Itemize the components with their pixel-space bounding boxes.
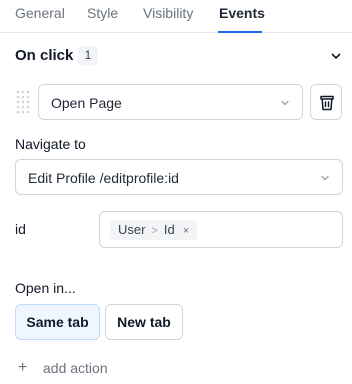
chip-part-id: Id	[163, 222, 175, 237]
event-title: On click	[15, 47, 74, 64]
active-tab-indicator	[218, 31, 262, 33]
action-type-value: Open Page	[51, 95, 122, 111]
chevron-down-icon	[321, 175, 329, 181]
chip-part-user: User	[118, 222, 146, 237]
open-in-label: Open in...	[15, 280, 76, 296]
chevron-down-icon[interactable]	[330, 50, 342, 62]
param-value-input[interactable]: User > Id ×	[99, 211, 343, 248]
add-action-label: add action	[43, 360, 108, 376]
tab-general[interactable]: General	[15, 5, 65, 21]
param-value-chip: User > Id ×	[110, 220, 198, 241]
tab-events[interactable]: Events	[219, 5, 265, 21]
delete-action-button[interactable]	[310, 84, 342, 120]
same-tab-button[interactable]: Same tab	[15, 304, 100, 340]
chevron-down-icon	[281, 100, 289, 106]
action-type-select[interactable]: Open Page	[38, 84, 303, 120]
close-icon[interactable]: ×	[183, 221, 189, 241]
tab-style[interactable]: Style	[87, 5, 118, 21]
new-tab-button[interactable]: New tab	[105, 304, 183, 340]
param-name-label: id	[15, 221, 26, 237]
navigate-to-value: Edit Profile /editprofile:id	[28, 170, 179, 186]
plus-icon: +	[18, 359, 28, 376]
navigate-to-select[interactable]: Edit Profile /editprofile:id	[15, 159, 343, 195]
tab-visibility[interactable]: Visibility	[143, 5, 193, 21]
tab-bar: General Style Visibility Events	[0, 0, 352, 33]
drag-handle-icon[interactable]	[15, 89, 31, 115]
trash-icon	[320, 95, 334, 111]
navigate-to-label: Navigate to	[15, 136, 86, 152]
chevron-right-icon: >	[151, 225, 158, 237]
event-count-badge: 1	[78, 46, 98, 65]
